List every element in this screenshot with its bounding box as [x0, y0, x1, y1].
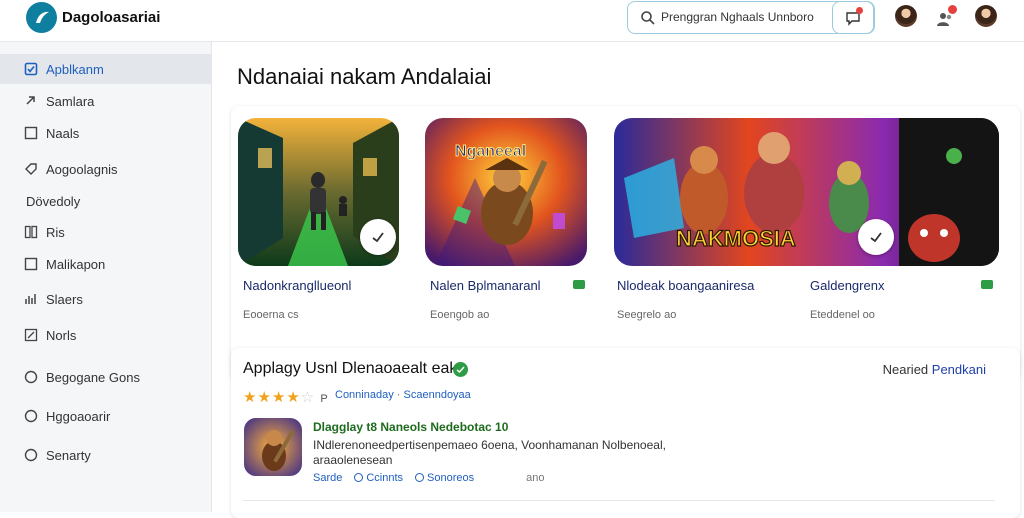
rating-link-1[interactable]: Conninaday: [335, 389, 394, 401]
rating-value: P: [320, 393, 329, 405]
card-subtitle: Eoengob ao: [430, 309, 490, 321]
search-icon: [641, 11, 655, 25]
chat-badge: [856, 7, 863, 14]
related-prefix: Nearied: [882, 362, 929, 377]
card-art-title: NAKMOSIA: [676, 226, 796, 251]
comment-icon: [354, 473, 364, 482]
sidebar-item-senarty[interactable]: Senarty: [0, 440, 211, 470]
chat-button[interactable]: [832, 1, 874, 34]
related-label: Nearied Pendkani: [883, 362, 986, 377]
verified-icon: [453, 362, 468, 377]
related-link[interactable]: Pendkani: [932, 362, 986, 377]
top-bar: Dagoloasariai Prenggran Nghaals Unnboro: [0, 0, 1024, 42]
extra-label: ano: [526, 472, 545, 484]
edit-icon: [24, 328, 38, 342]
sidebar-item-begogane-gons[interactable]: Begogane Gons: [0, 362, 211, 392]
sidebar: Apblkanm Samlara Naals Aogoolagnis Döved…: [0, 42, 212, 512]
chart-icon: [25, 294, 36, 304]
sidebar-item-label: Apblkanm: [46, 61, 104, 77]
sidebar-item-ris[interactable]: Ris: [0, 217, 211, 247]
sidebar-item-label: Slaers: [46, 291, 83, 307]
app-thumbnail[interactable]: [244, 418, 302, 476]
square-icon: [24, 257, 38, 271]
sidebar-item-dovedoly[interactable]: Dövedoly: [0, 186, 211, 216]
sidebar-item-label: Hggoaoarir: [46, 408, 111, 424]
stars-filled: ★★★★: [243, 389, 301, 406]
select-card-button[interactable]: [360, 219, 396, 255]
card-image[interactable]: Nganeeal: [425, 118, 587, 266]
sidebar-item-samlara[interactable]: Samlara: [0, 86, 211, 116]
app-description: INdlerenoneedpertisenpemaeo 6oena, Voonh…: [313, 438, 666, 467]
sidebar-item-slaers[interactable]: Slaers: [0, 284, 211, 314]
check-icon: [870, 232, 882, 243]
score-icon: [415, 473, 425, 482]
page-title: Ndanaiai nakam Andalaiai: [237, 64, 492, 89]
profile-avatar[interactable]: [975, 5, 997, 27]
action-share[interactable]: Sarde: [313, 472, 342, 484]
circle-icon: [24, 448, 38, 462]
notification-badge: [948, 5, 957, 14]
sidebar-item-label: Aogoolagnis: [46, 161, 118, 177]
square-icon: [24, 126, 38, 140]
sidebar-item-label: Dövedoly: [26, 193, 81, 209]
sidebar-item-label: Senarty: [46, 447, 91, 463]
sidebar-item-aogoolagnis[interactable]: Aogoolagnis: [0, 154, 211, 184]
action-scores-label: Sonoreos: [427, 472, 475, 484]
tag-icon: [25, 163, 37, 175]
checkbox-icon: [24, 62, 38, 76]
action-scores[interactable]: Sonoreos: [415, 472, 474, 484]
sidebar-item-apps[interactable]: Apblkanm: [0, 54, 211, 84]
star-empty-icon: ☆: [300, 389, 316, 406]
circle-icon: [24, 370, 38, 384]
check-icon: [372, 232, 384, 243]
status-badge: [981, 280, 993, 289]
circle-icon: [24, 409, 38, 423]
action-comments-label: Ccinnts: [366, 472, 404, 484]
sidebar-item-label: Norls: [46, 327, 77, 343]
app-actions: Sarde Ccinnts Sonoreos ano: [313, 472, 545, 484]
sidebar-item-label: Begogane Gons: [46, 369, 140, 385]
avatar[interactable]: [895, 5, 917, 27]
search-input[interactable]: Prenggran Nghaals Unnboro: [661, 10, 814, 24]
logo-icon[interactable]: [26, 2, 57, 33]
sidebar-item-label: Naals: [46, 125, 80, 141]
sidebar-item-naals[interactable]: Naals: [0, 118, 211, 148]
sidebar-item-norls[interactable]: Norls: [0, 320, 211, 350]
status-badge: [573, 280, 585, 289]
link-icon: [26, 96, 35, 105]
card-subtitle: Eteddenel oo: [810, 309, 875, 321]
users-button[interactable]: [935, 5, 957, 29]
select-card-button[interactable]: [858, 219, 894, 255]
card-title[interactable]: Galdengrenx: [810, 278, 884, 293]
star-rating: ★★★★☆ P: [243, 388, 329, 406]
rating-link-2[interactable]: Scaenndoyaa: [404, 389, 471, 401]
featured-cards-panel: Nadonkrangllueonl Eooerna cs Nganeeal Na…: [231, 106, 1020, 380]
sidebar-item-hggoaoarir[interactable]: Hggoaoarir: [0, 401, 211, 431]
card-subtitle: Seegrelo ao: [617, 309, 677, 321]
app-detail-title: Applagy Usnl Dlenaoaealt eak: [243, 360, 458, 377]
brand-name[interactable]: Dagoloasariai: [62, 9, 160, 26]
search-bar[interactable]: Prenggran Nghaals Unnboro: [627, 1, 875, 34]
main-content: Ndanaiai nakam Andalaiai Nadonkrangllueo…: [213, 42, 1024, 518]
card-title[interactable]: Nalen Bplmanaranl: [430, 278, 541, 293]
card-image[interactable]: NAKMOSIA: [614, 118, 999, 266]
sidebar-item-label: Malikapon: [46, 256, 106, 272]
sidebar-item-malikapon[interactable]: Malikapon: [0, 249, 211, 279]
divider: [243, 500, 995, 501]
app-icon: [244, 418, 302, 476]
app-name[interactable]: Dlagglay t8 Naneols Nedebotac 10: [313, 420, 508, 434]
grid-icon: [24, 225, 38, 239]
sidebar-item-label: Samlara: [46, 93, 95, 109]
card-art-title: Nganeeal: [455, 143, 526, 160]
card-subtitle: Eooerna cs: [243, 309, 299, 321]
action-comments[interactable]: Ccinnts: [354, 472, 403, 484]
card-title[interactable]: Nadonkrangllueonl: [243, 278, 351, 293]
sidebar-item-label: Ris: [46, 224, 65, 240]
game-art-image: Nganeeal: [425, 118, 587, 266]
game-art-image: NAKMOSIA: [614, 118, 999, 266]
card-title[interactable]: Nlodeak boangaaniresa: [617, 278, 754, 293]
rating-links: Conninaday · Scaenndoyaa: [335, 389, 471, 401]
app-detail-panel: Applagy Usnl Dlenaoaealt eak Nearied Pen…: [231, 348, 1020, 518]
